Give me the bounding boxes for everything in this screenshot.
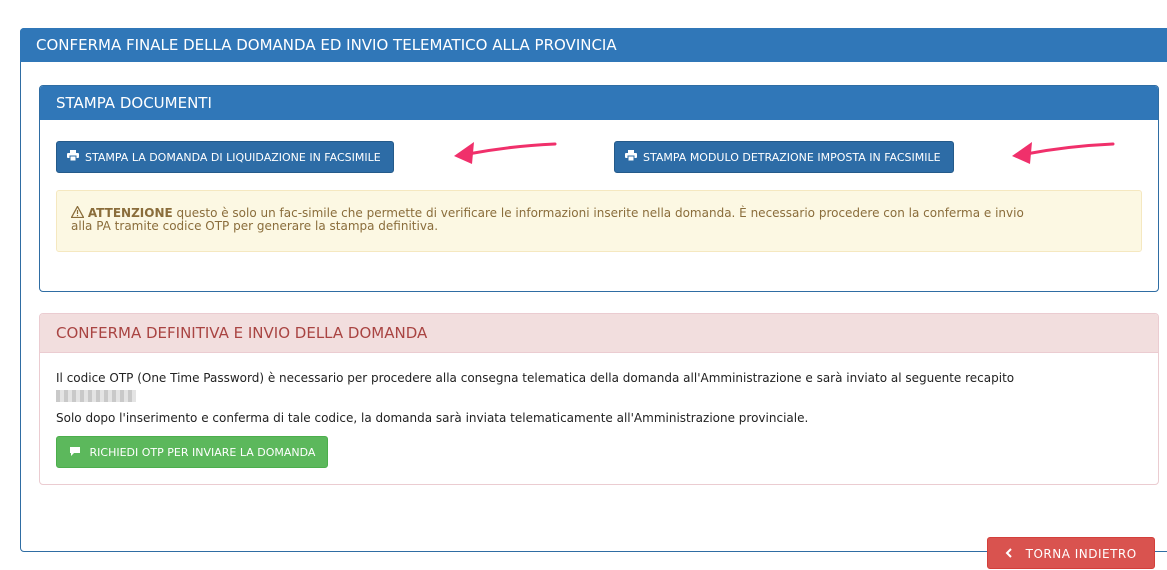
otp-note: Solo dopo l'inserimento e conferma di ta… <box>56 411 809 425</box>
warning-label: ATTENZIONE <box>87 206 173 220</box>
warning-alert: ATTENZIONE questo è solo un fac-simile c… <box>56 190 1142 252</box>
pointer-arrow-icon <box>1012 142 1115 164</box>
comment-icon <box>69 446 90 459</box>
print-domanda-label: STAMPA LA DOMANDA DI LIQUIDAZIONE IN FAC… <box>85 151 381 164</box>
printer-icon <box>67 142 79 174</box>
print-modulo-label: STAMPA MODULO DETRAZIONE IMPOSTA IN FACS… <box>643 151 941 164</box>
otp-description: Il codice OTP (One Time Password) è nece… <box>56 371 1015 385</box>
warning-line-1: ATTENZIONE questo è solo un fac-simile c… <box>70 205 1127 220</box>
request-otp-button[interactable]: RICHIEDI OTP PER INVIARE LA DOMANDA <box>56 436 329 468</box>
printer-icon <box>625 142 637 174</box>
warning-icon <box>70 205 88 220</box>
main-panel-title: CONFERMA FINALE DELLA DOMANDA ED INVIO T… <box>20 28 1167 62</box>
stampa-documenti-panel: STAMPA DOCUMENTI STAMPA LA DOMANDA DI LI… <box>39 85 1159 292</box>
warning-text-1: questo è solo un fac-simile che permette… <box>172 206 1024 220</box>
redacted-contact <box>56 390 136 402</box>
conferma-panel: CONFERMA DEFINITIVA E INVIO DELLA DOMAND… <box>39 313 1159 485</box>
conferma-title: CONFERMA DEFINITIVA E INVIO DELLA DOMAND… <box>40 314 1158 353</box>
stampa-documenti-title: STAMPA DOCUMENTI <box>40 86 1158 120</box>
chevron-left-icon <box>1005 547 1025 561</box>
pointer-arrow-icon <box>454 142 557 164</box>
print-modulo-button[interactable]: STAMPA MODULO DETRAZIONE IMPOSTA IN FACS… <box>614 141 954 173</box>
request-otp-label: RICHIEDI OTP PER INVIARE LA DOMANDA <box>89 446 316 459</box>
back-button-label: TORNA INDIETRO <box>1025 547 1137 561</box>
warning-text-2: alla PA tramite codice OTP per generare … <box>71 219 439 233</box>
back-button[interactable]: TORNA INDIETRO <box>987 537 1155 569</box>
print-domanda-button[interactable]: STAMPA LA DOMANDA DI LIQUIDAZIONE IN FAC… <box>56 141 394 173</box>
